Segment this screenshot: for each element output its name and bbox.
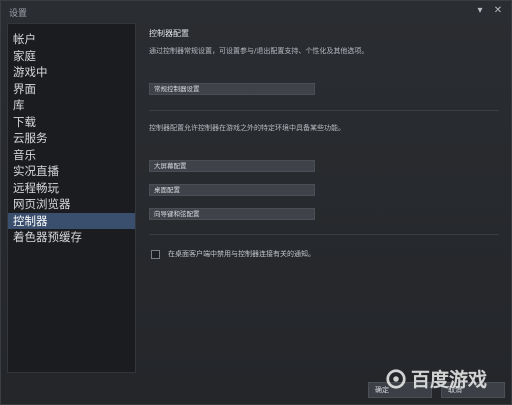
section-divider: [149, 110, 499, 111]
settings-sidebar: 帐户 家庭 游戏中 界面 库 下载 云服务 音乐 实况直播 远程畅玩 网页浏览器…: [7, 23, 136, 373]
sidebar-item-controller[interactable]: 控制器: [8, 212, 135, 229]
sidebar-item-web-browser[interactable]: 网页浏览器: [8, 196, 135, 213]
notify-setting-row: 在桌面客户端中禁用与控制器连接有关的通知。: [151, 249, 315, 259]
settings-window: 设置 ▾ ✕ 帐户 家庭 游戏中 界面 库 下载 云服务 音乐 实况直播 远程畅…: [0, 0, 512, 405]
sidebar-item-library[interactable]: 库: [8, 97, 135, 114]
big-picture-config-button[interactable]: 大屏幕配置: [149, 160, 315, 172]
sidebar-item-interface[interactable]: 界面: [8, 81, 135, 98]
watermark: 百度游戏: [385, 365, 487, 392]
desktop-config-button[interactable]: 桌面配置: [149, 184, 315, 196]
section-divider: [149, 234, 499, 235]
title-bar[interactable]: 设置 ▾ ✕: [1, 1, 511, 23]
disable-notifications-label: 在桌面客户端中禁用与控制器连接有关的通知。: [168, 250, 315, 258]
disable-notifications-checkbox[interactable]: [151, 249, 160, 259]
sidebar-item-remote-play[interactable]: 远程畅玩: [8, 180, 135, 197]
sidebar-top-padding: [8, 24, 135, 31]
controller-description: 通过控制器常规设置，可设置参与/退出配置支持、个性化及其他选项。: [149, 47, 369, 55]
controller-settings-panel: 控制器配置 通过控制器常规设置，可设置参与/退出配置支持、个性化及其他选项。 常…: [149, 23, 499, 373]
sidebar-item-account[interactable]: 帐户: [8, 31, 135, 48]
sidebar-item-downloads[interactable]: 下载: [8, 114, 135, 131]
window-controls: ▾ ✕: [473, 3, 505, 17]
minimize-icon[interactable]: ▾: [473, 3, 487, 17]
baidu-game-logo-icon: [386, 368, 406, 389]
general-controller-settings-button[interactable]: 常规控制器设置: [149, 83, 315, 95]
sidebar-item-shader-precache[interactable]: 着色器预缓存: [8, 229, 135, 246]
sidebar-item-cloud[interactable]: 云服务: [8, 130, 135, 147]
sidebar-item-in-game[interactable]: 游戏中: [8, 64, 135, 81]
page-title: 控制器配置: [149, 29, 189, 38]
sidebar-item-family[interactable]: 家庭: [8, 48, 135, 65]
guide-chord-config-button[interactable]: 向导键和弦配置: [149, 208, 315, 220]
close-icon[interactable]: ✕: [491, 3, 505, 17]
window-title: 设置: [9, 9, 28, 19]
config-description: 控制器配置允许控制器在游戏之外的特定环境中具备某些功能。: [149, 124, 345, 132]
watermark-text: 百度游戏: [411, 369, 488, 391]
sidebar-item-broadcasting[interactable]: 实况直播: [8, 163, 135, 180]
sidebar-item-music[interactable]: 音乐: [8, 147, 135, 164]
